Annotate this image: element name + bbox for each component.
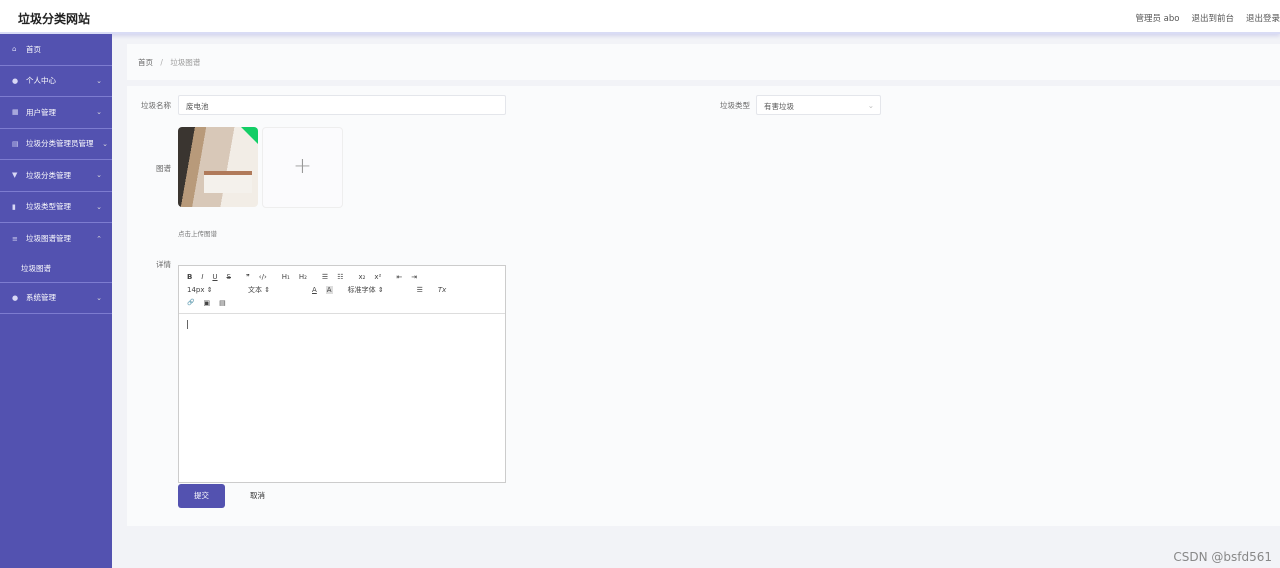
submit-button[interactable]: 提交 xyxy=(178,484,225,508)
chevron-down-icon: ⌄ xyxy=(96,293,102,302)
breadcrumb-current: 垃圾图谱 xyxy=(170,58,201,67)
header-select[interactable]: 文本 ⇕ xyxy=(248,285,303,295)
chevron-down-icon: ⌄ xyxy=(96,108,102,117)
name-input[interactable]: 废电池 xyxy=(178,95,506,115)
sidebar: ⌂ 首页 ● 个人中心 ⌄ ▦ 用户管理 ⌄ ▤ 垃圾分类管理员管理 ⌄ ▼ 垃圾分类管理 ⌄ ▮… xyxy=(0,34,112,568)
font-family-select[interactable]: 标准字体 ⇕ xyxy=(348,285,408,295)
italic-button[interactable]: I xyxy=(201,273,203,281)
chevron-down-icon: ⌄ xyxy=(96,202,102,211)
outdent-button[interactable]: ⇤ xyxy=(396,273,402,281)
site-title: 垃圾分类网站 xyxy=(18,12,91,26)
chevron-down-icon: ⌄ xyxy=(96,171,102,180)
image-label: 图谱 xyxy=(156,164,171,173)
uploaded-image[interactable] xyxy=(178,127,258,207)
font-size-select[interactable]: 14px ⇕ xyxy=(187,286,239,294)
grid-icon: ▦ xyxy=(12,108,19,117)
link-icon[interactable]: 🔗 xyxy=(187,299,194,306)
ordered-list-button[interactable]: ☰ xyxy=(322,273,328,281)
background-color-button[interactable]: A xyxy=(325,285,333,294)
breadcrumb-separator: / xyxy=(160,58,163,67)
exit-to-front-link[interactable]: 退出到前台 xyxy=(1191,12,1234,24)
sidebar-item-atlas[interactable]: ≡ 垃圾图谱管理 ⌃ xyxy=(0,223,112,255)
list-icon: ≡ xyxy=(12,234,18,243)
align-button[interactable]: ☰ xyxy=(417,286,423,294)
h1-button[interactable]: H₁ xyxy=(282,273,290,281)
sidebar-item-system[interactable]: ● 系统管理 ⌄ xyxy=(0,283,112,314)
underline-button[interactable]: U xyxy=(212,273,217,281)
clear-format-button[interactable]: Tx xyxy=(438,286,446,294)
upload-hint: 点击上传图谱 xyxy=(178,230,217,238)
sidebar-item-label: 系统管理 xyxy=(26,293,56,303)
sidebar-item-types[interactable]: ▮ 垃圾类型管理 ⌄ xyxy=(0,192,112,223)
chevron-down-icon: ⌄ xyxy=(867,101,874,110)
rich-text-editor: BIUS ❞ ‹/› H₁ H₂ ☰ ☷ x₂ x² ⇤ ⇥ 14px ⇕ 文本 ⇕ A … xyxy=(178,265,506,483)
superscript-button[interactable]: x² xyxy=(374,273,381,281)
watermark: CSDN @bsfd561 xyxy=(1173,550,1272,564)
video-icon[interactable]: ▤ xyxy=(219,299,226,307)
bed-picture xyxy=(204,171,252,193)
user-icon: ● xyxy=(12,293,19,302)
font-size-value: 14px xyxy=(187,285,205,294)
subscript-button[interactable]: x₂ xyxy=(358,273,365,281)
home-icon: ⌂ xyxy=(12,45,17,54)
sidebar-item-label: 垃圾类型管理 xyxy=(26,202,71,212)
sidebar-item-users[interactable]: ▦ 用户管理 ⌄ xyxy=(0,97,112,129)
success-check-icon xyxy=(241,127,258,144)
sidebar-item-label: 用户管理 xyxy=(26,107,56,117)
sidebar-subitem-atlas[interactable]: 垃圾图谱 xyxy=(0,255,112,283)
sidebar-item-classification[interactable]: ▼ 垃圾分类管理 ⌄ xyxy=(0,160,112,192)
font-family-value: 标准字体 xyxy=(347,285,376,294)
type-select-value: 有害垃圾 xyxy=(764,102,794,111)
sidebar-item-label: 垃圾分类管理员管理 xyxy=(26,139,94,149)
type-select[interactable]: 有害垃圾 ⌄ xyxy=(756,95,881,115)
editor-toolbar: BIUS ❞ ‹/› H₁ H₂ ☰ ☷ x₂ x² ⇤ ⇥ 14px ⇕ 文本 ⇕ A … xyxy=(179,266,505,314)
editor-content[interactable]: | xyxy=(179,314,505,336)
logout-link[interactable]: 退出登录 xyxy=(1246,12,1280,24)
detail-label: 详情 xyxy=(156,260,171,269)
sidebar-item-admins[interactable]: ▤ 垃圾分类管理员管理 ⌄ xyxy=(0,129,112,160)
code-button[interactable]: ‹/› xyxy=(259,273,267,281)
bullet-list-button[interactable]: ☷ xyxy=(337,273,343,281)
sidebar-item-profile[interactable]: ● 个人中心 ⌄ xyxy=(0,66,112,97)
breadcrumb: 首页 / 垃圾图谱 xyxy=(127,44,1280,80)
sidebar-item-home[interactable]: ⌂ 首页 xyxy=(0,34,112,66)
sidebar-item-label: 个人中心 xyxy=(26,76,56,86)
chevron-down-icon: ⌄ xyxy=(96,76,102,85)
top-header: 垃圾分类网站 管理员 abo 退出到前台 退出登录 xyxy=(0,0,1280,34)
chevron-up-icon: ⌃ xyxy=(96,234,102,243)
form-panel: 垃圾名称 废电池 垃圾类型 有害垃圾 ⌄ 图谱 + 点击上传图谱 详情 BIUS … xyxy=(127,86,1280,526)
cancel-button[interactable]: 取消 xyxy=(234,484,281,508)
upload-add-button[interactable]: + xyxy=(262,127,343,208)
trash-icon: ▼ xyxy=(12,171,18,180)
font-color-button[interactable]: A xyxy=(312,286,317,294)
strike-button[interactable]: S xyxy=(227,273,231,281)
sidebar-item-label: 垃圾分类管理 xyxy=(26,170,71,180)
h2-button[interactable]: H₂ xyxy=(299,273,307,281)
bold-button[interactable]: B xyxy=(187,273,192,281)
clipboard-icon: ▤ xyxy=(12,139,19,148)
type-label: 垃圾类型 xyxy=(720,101,750,110)
sidebar-item-label: 垃圾图谱管理 xyxy=(26,234,71,244)
header-value: 文本 xyxy=(248,285,262,294)
admin-user: 管理员 abo xyxy=(1135,14,1180,24)
image-icon[interactable]: ▣ xyxy=(203,299,210,307)
breadcrumb-home[interactable]: 首页 xyxy=(138,58,153,67)
chevron-down-icon: ⌄ xyxy=(102,139,108,148)
sidebar-item-label: 首页 xyxy=(26,44,41,54)
bar-chart-icon: ▮ xyxy=(12,202,16,211)
blockquote-button[interactable]: ❞ xyxy=(246,273,250,281)
name-label: 垃圾名称 xyxy=(141,101,171,110)
user-icon: ● xyxy=(12,76,19,85)
indent-button[interactable]: ⇥ xyxy=(411,273,417,281)
